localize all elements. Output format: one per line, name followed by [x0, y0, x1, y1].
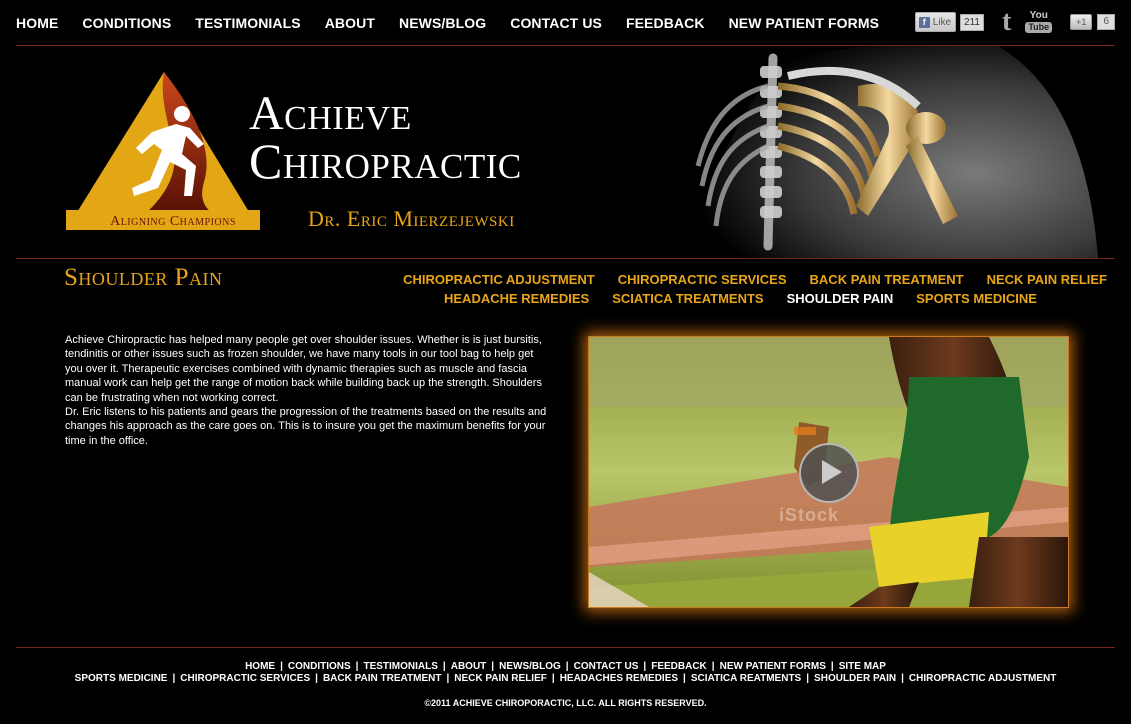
top-nav-conditions[interactable]: CONDITIONS	[82, 14, 171, 32]
cond-nav-chiropractic-adjustment[interactable]: CHIROPRACTIC ADJUSTMENT	[403, 270, 595, 289]
footer-separator: |	[565, 661, 569, 672]
footer-separator: |	[355, 661, 359, 672]
footer-separator: |	[901, 673, 904, 684]
footer-link-site-map[interactable]: SITE MAP	[839, 661, 886, 672]
footer-separator: |	[683, 673, 686, 684]
spine-shoulder-illustration	[688, 46, 1098, 258]
footer-link-testimonials[interactable]: TESTIMONIALS	[363, 661, 437, 672]
cond-nav-headache-remedies[interactable]: HEADACHE REMEDIES	[444, 289, 589, 308]
gplus-button[interactable]: +1 6	[1070, 14, 1115, 30]
footer-link-about[interactable]: ABOUT	[451, 661, 487, 672]
youtube-icon[interactable]: You Tube	[1025, 10, 1053, 33]
top-nav-testimonials[interactable]: TESTIMONIALS	[195, 14, 300, 32]
facebook-like-count: 211	[960, 13, 984, 31]
logo-tagline: Aligning Champions	[110, 214, 236, 229]
play-icon[interactable]	[799, 443, 859, 503]
video-player[interactable]: iStock	[588, 336, 1069, 608]
footer-link-sciatica-treatments[interactable]: SCIATICA REATMENTS	[691, 673, 801, 684]
cond-nav-sports-medicine[interactable]: SPORTS MEDICINE	[916, 289, 1037, 308]
footer-separator: |	[172, 673, 176, 684]
footer-link-news-blog[interactable]: NEWS/BLOG	[499, 661, 561, 672]
cond-nav-back-pain-treatment[interactable]: BACK PAIN TREATMENT	[810, 270, 964, 289]
footer-link-sports-medicine[interactable]: SPORTS MEDICINE	[75, 673, 168, 684]
cond-nav-sciatica-treatments[interactable]: SCIATICA TREATMENTS	[612, 289, 763, 308]
page-title: Shoulder Pain	[64, 264, 223, 291]
banner-divider	[16, 258, 1115, 259]
footer-link-home[interactable]: HOME	[245, 661, 275, 672]
twitter-icon[interactable]: t	[1002, 8, 1011, 36]
top-nav-feedback[interactable]: FEEDBACK	[626, 14, 705, 32]
top-nav-about[interactable]: ABOUT	[325, 14, 375, 32]
footer-link-chiropractic-adjustment[interactable]: CHIROPRACTIC ADJUSTMENT	[909, 673, 1056, 684]
content-body: Achieve Chiropractic has helped many peo…	[65, 333, 550, 448]
runner-logo-icon[interactable]	[64, 70, 264, 232]
top-nav-home[interactable]: HOME	[16, 14, 58, 32]
footer-separator: |	[551, 673, 555, 684]
footer-link-shoulder-pain[interactable]: SHOULDER PAIN	[814, 673, 896, 684]
facebook-like-label: Like	[932, 16, 952, 28]
doctor-name: Dr. Eric Mierzejewski	[308, 206, 515, 231]
youtube-icon-top: You	[1029, 10, 1048, 21]
footer-separator: |	[643, 661, 647, 672]
footer-separator: |	[806, 673, 810, 684]
footer-nav-row1: HOME | CONDITIONS | TESTIMONIALS | ABOUT | NEWS/…	[16, 661, 1115, 673]
condition-nav: CHIROPRACTIC ADJUSTMENT CHIROPRACTIC SER…	[397, 270, 1107, 308]
footer-nav: HOME | CONDITIONS | TESTIMONIALS | ABOUT | NEWS/…	[16, 661, 1115, 685]
top-nav-news-blog[interactable]: NEWS/BLOG	[399, 14, 486, 32]
video-watermark: iStock	[779, 505, 840, 525]
youtube-icon-bottom: Tube	[1025, 22, 1053, 33]
footer-link-neck-pain-relief[interactable]: NECK PAIN RELIEF	[454, 673, 547, 684]
top-nav-contact-us[interactable]: CONTACT US	[510, 14, 602, 32]
footer-link-headaches-remedies[interactable]: HEADACHES REMEDIES	[560, 673, 678, 684]
footer-link-new-patient-forms[interactable]: NEW PATIENT FORMS	[720, 661, 826, 672]
top-nav-new-patient-forms[interactable]: NEW PATIENT FORMS	[729, 14, 880, 32]
facebook-like-button[interactable]: f Like 211	[914, 12, 984, 32]
footer-divider	[16, 647, 1115, 648]
brand-title-line2: Chiropractic	[249, 133, 522, 189]
facebook-like-icon: f	[918, 16, 930, 28]
facebook-like-box: f Like	[914, 12, 957, 32]
cond-nav-neck-pain-relief[interactable]: NECK PAIN RELIEF	[987, 270, 1107, 289]
footer-link-chiropractic-services[interactable]: CHIROPRACTIC SERVICES	[180, 673, 310, 684]
footer-link-contact-us[interactable]: CONTACT US	[574, 661, 639, 672]
cond-nav-chiropractic-services[interactable]: CHIROPRACTIC SERVICES	[618, 270, 787, 289]
footer-separator: |	[442, 661, 446, 672]
footer-nav-row2: SPORTS MEDICINE | CHIROPRACTIC SERVICES | BA…	[16, 673, 1115, 685]
footer-separator: |	[711, 661, 715, 672]
copyright-text: ©2011 ACHIEVE CHIROPORACTIC, LLC. ALL RI…	[424, 698, 707, 708]
footer-separator: |	[830, 661, 834, 672]
footer-link-back-pain-treatment[interactable]: BACK PAIN TREATMENT	[323, 673, 442, 684]
footer-separator: |	[280, 661, 283, 672]
content-paragraph-2: Dr. Eric listens to his patients and gea…	[65, 406, 547, 447]
footer-link-conditions[interactable]: CONDITIONS	[288, 661, 351, 672]
footer-separator: |	[446, 673, 450, 684]
gplus-icon: +1	[1070, 14, 1093, 30]
cond-nav-shoulder-pain[interactable]: SHOULDER PAIN	[787, 289, 894, 308]
footer-link-feedback[interactable]: FEEDBACK	[651, 661, 707, 672]
content-paragraph-1: Achieve Chiropractic has helped many peo…	[65, 334, 542, 404]
footer-separator: |	[491, 661, 495, 672]
header-banner: Aligning Champions Achieve Chiropractic …	[16, 46, 1115, 258]
top-nav: HOME CONDITIONS TESTIMONIALS ABOUT NEWS/…	[16, 14, 903, 32]
gplus-count: 6	[1097, 14, 1115, 30]
social-bar: f Like 211 t You Tube +1 6	[914, 8, 1115, 36]
footer-separator: |	[315, 673, 318, 684]
condition-nav-row1: CHIROPRACTIC ADJUSTMENT CHIROPRACTIC SER…	[397, 270, 1107, 289]
condition-nav-row2: HEADACHE REMEDIES SCIATICA TREATMENTS SH…	[397, 289, 1107, 308]
